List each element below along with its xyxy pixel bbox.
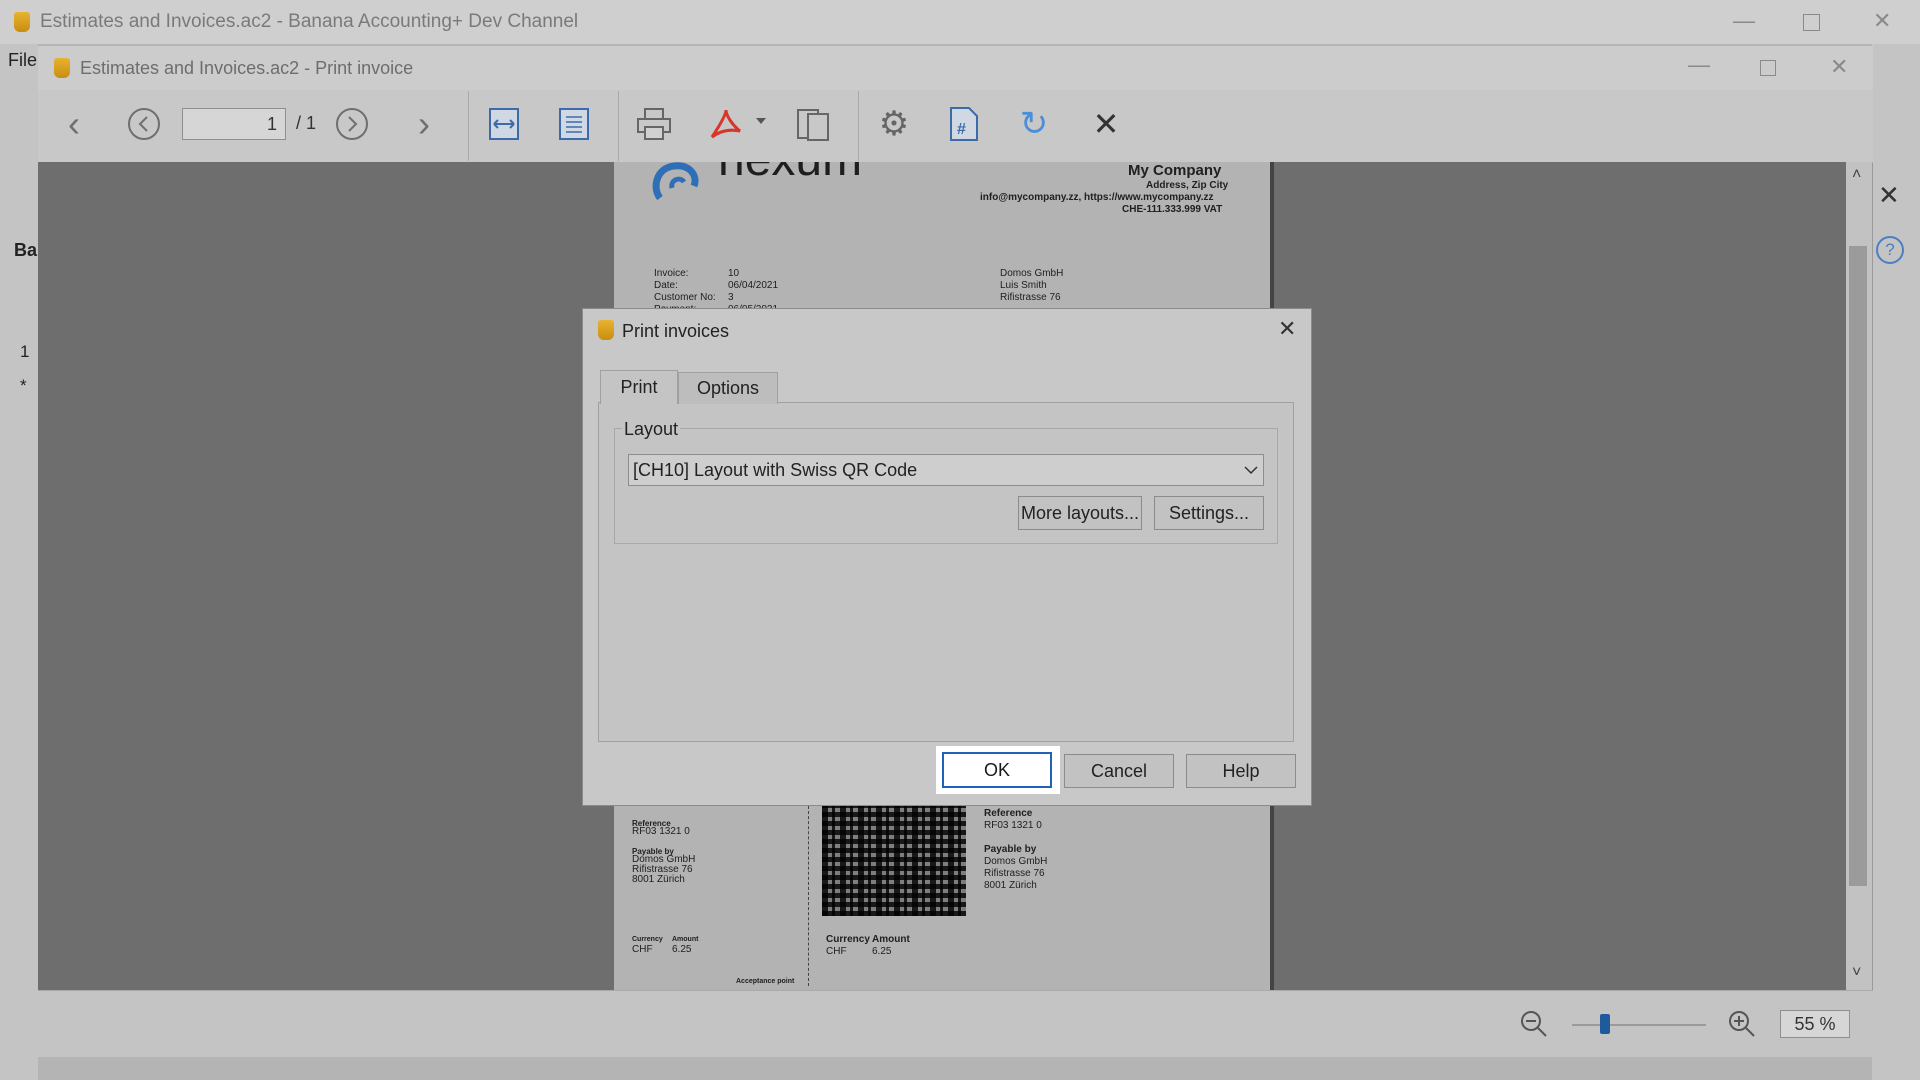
layout-select[interactable]: [CH10] Layout with Swiss QR Code	[628, 454, 1264, 486]
settings-button[interactable]: Settings...	[1154, 496, 1264, 530]
tab-print[interactable]: Print	[600, 370, 678, 404]
fit-page-icon[interactable]	[554, 104, 594, 144]
toolbar-separator	[858, 91, 859, 161]
company-vat: CHE-111.333.999 VAT	[1122, 204, 1223, 215]
maximize-icon[interactable]	[1760, 60, 1776, 76]
payment-reference-label: Reference	[984, 808, 1033, 819]
gear-icon[interactable]: ⚙	[874, 104, 914, 144]
scroll-down-icon[interactable]: ˅	[1852, 964, 1861, 982]
row-number-1[interactable]: 1	[20, 342, 29, 362]
zoom-slider-thumb[interactable]	[1600, 1014, 1610, 1034]
layout-group-label: Layout	[622, 419, 681, 440]
logo-swirl-icon	[652, 162, 699, 201]
swiss-qr-code	[822, 804, 966, 916]
menu-file[interactable]: File	[8, 50, 37, 71]
more-layouts-button[interactable]: More layouts...	[1018, 496, 1142, 530]
app-icon	[14, 12, 30, 32]
minimize-icon[interactable]: —	[1733, 8, 1755, 34]
circle-left-icon[interactable]	[124, 104, 164, 144]
payment-payable-2: Rifistrasse 76	[984, 868, 1045, 879]
payment-payable-3: 8001 Zürich	[984, 880, 1037, 891]
close-preview-icon[interactable]: ✕	[1086, 104, 1126, 144]
company-name: My Company	[1128, 162, 1222, 179]
close-icon[interactable]: ✕	[1278, 316, 1296, 342]
zoom-level[interactable]: 55 %	[1780, 1010, 1850, 1038]
receipt-currency: CHF	[632, 944, 653, 955]
company-contact: info@mycompany.zz, https://www.mycompany…	[980, 192, 1214, 203]
main-left-strip	[0, 44, 38, 1080]
date-value: 06/04/2021	[728, 280, 779, 291]
minimize-icon[interactable]: —	[1688, 52, 1710, 78]
payment-currency: CHF	[826, 946, 847, 957]
chevron-right-icon[interactable]: ›	[404, 103, 444, 144]
scroll-up-icon[interactable]: ˄	[1852, 166, 1861, 184]
chevron-down-icon[interactable]	[756, 118, 766, 124]
main-window-title: Estimates and Invoices.ac2 - Banana Acco…	[40, 11, 579, 32]
close-icon[interactable]: ✕	[1878, 180, 1900, 211]
app-icon	[598, 320, 614, 340]
printer-icon[interactable]	[634, 104, 674, 144]
payment-payable-label: Payable by	[984, 844, 1037, 855]
circle-right-icon[interactable]	[332, 104, 372, 144]
zoom-slider-track[interactable]	[1572, 1024, 1706, 1026]
svg-text:#: #	[957, 121, 966, 138]
receipt-amount: 6.25	[672, 944, 692, 955]
tab-options[interactable]: Options	[678, 372, 778, 404]
page-total: / 1	[296, 113, 317, 133]
payment-payable-1: Domos GmbH	[984, 856, 1048, 867]
receipt-payable-3: 8001 Zürich	[632, 874, 685, 885]
qr-separator-line	[808, 806, 809, 986]
dropdown-chevron-icon[interactable]	[1244, 462, 1258, 480]
payment-reference: RF03 1321 0	[984, 820, 1042, 831]
toolbar-separator	[468, 91, 469, 161]
copy-pages-icon[interactable]	[794, 104, 834, 144]
customer-person: Luis Smith	[1000, 280, 1047, 291]
close-icon[interactable]: ✕	[1873, 8, 1891, 34]
customer-street: Rifistrasse 76	[1000, 292, 1061, 303]
receipt-reference: RF03 1321 0	[632, 826, 690, 837]
ok-button[interactable]: OK	[942, 752, 1052, 788]
side-label: Ba	[14, 240, 38, 260]
pdf-icon[interactable]	[706, 104, 746, 144]
payment-amount: 6.25	[872, 946, 892, 957]
help-icon[interactable]: ?	[1876, 236, 1904, 264]
scrollbar-thumb[interactable]	[1849, 246, 1867, 886]
company-address: Address, Zip City	[1146, 180, 1229, 191]
payment-currency-label: Currency	[826, 934, 870, 945]
zoom-out-icon[interactable]	[1520, 1010, 1548, 1043]
cancel-button[interactable]: Cancel	[1064, 754, 1174, 788]
invoice-value: 10	[728, 268, 740, 279]
customer-label: Customer No:	[654, 292, 716, 303]
page-number-icon[interactable]: #	[944, 104, 984, 144]
acceptance-point: Acceptance point	[736, 978, 795, 985]
chevron-left-icon[interactable]: ‹	[54, 103, 94, 144]
fit-width-icon[interactable]	[484, 104, 524, 144]
payment-amount-label: Amount	[872, 934, 910, 945]
layout-selected-value: [CH10] Layout with Swiss QR Code	[633, 460, 918, 480]
close-icon[interactable]: ✕	[1830, 54, 1848, 80]
maximize-icon[interactable]	[1803, 14, 1820, 31]
app-icon	[54, 58, 70, 78]
date-label: Date:	[654, 280, 678, 291]
customer-value: 3	[728, 292, 734, 303]
row-new[interactable]: *	[20, 376, 27, 396]
toolbar-separator	[618, 91, 619, 161]
refresh-icon[interactable]: ↻	[1014, 104, 1054, 144]
logo-text: nexum	[718, 162, 862, 184]
invoice-label: Invoice:	[654, 268, 689, 279]
page-number-input[interactable]: 1	[182, 108, 286, 140]
zoom-in-icon[interactable]	[1728, 1010, 1756, 1043]
print-window-title: Estimates and Invoices.ac2 - Print invoi…	[80, 58, 414, 78]
customer-name: Domos GmbH	[1000, 268, 1064, 279]
help-button[interactable]: Help	[1186, 754, 1296, 788]
dialog-title: Print invoices	[622, 321, 730, 341]
